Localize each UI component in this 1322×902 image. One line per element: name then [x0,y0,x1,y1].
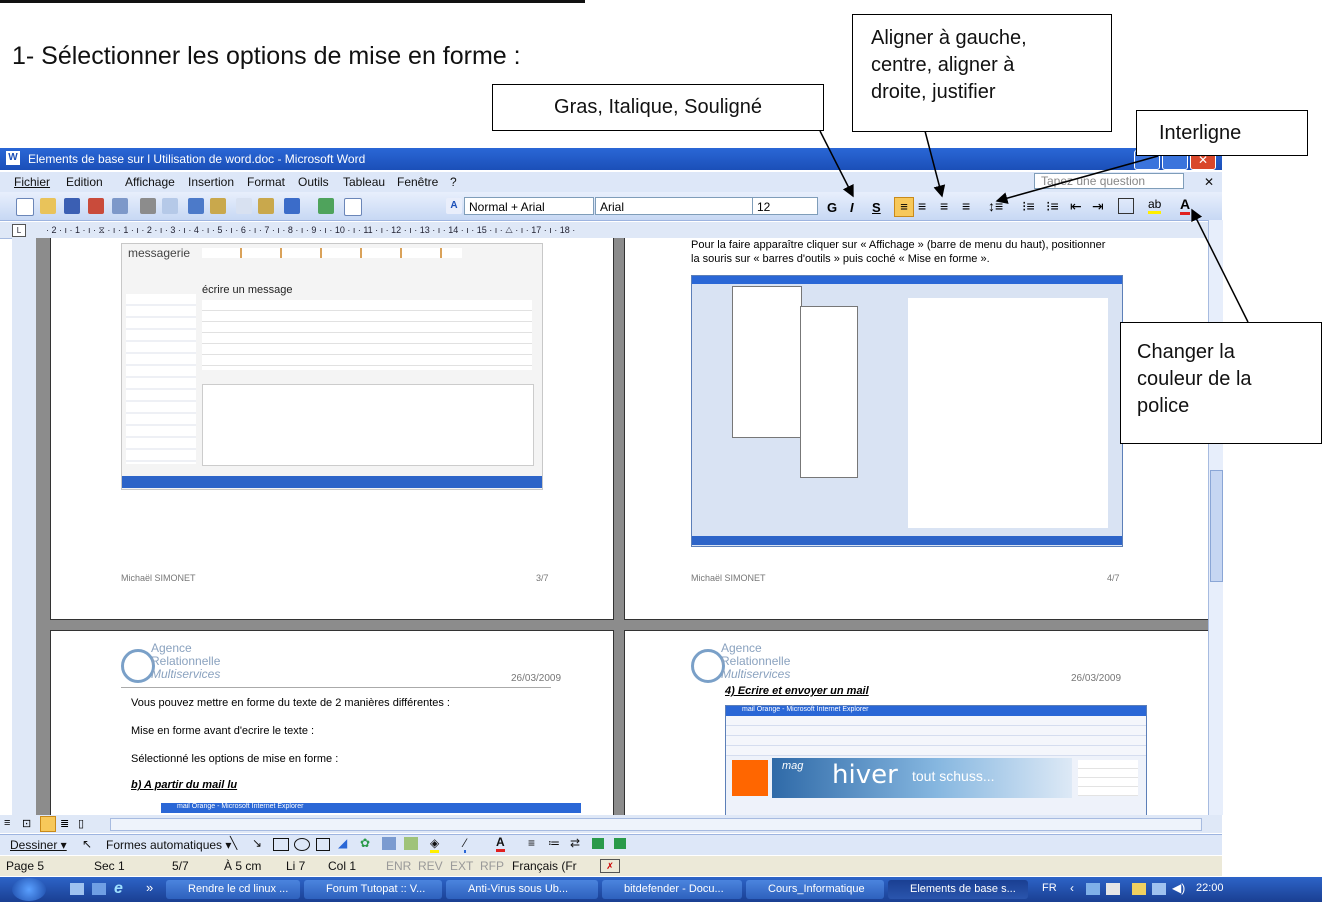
callout-couleur-line1: Changer la [1137,341,1235,363]
callout-couleur: Changer la couleur de la police [1120,322,1322,444]
callout-arrows [819,130,1249,323]
callout-gras: Gras, Italique, Souligné [492,84,824,131]
arrow-gras [819,130,854,198]
callout-aligner-line2: centre, aligner à [871,54,1015,76]
arrow-interligne [995,155,1159,204]
callout-interligne: Interligne [1136,110,1308,156]
callout-couleur-line2: couleur de la [1137,368,1252,390]
callout-gras-text: Gras, Italique, Souligné [554,96,762,118]
callout-aligner-line3: droite, justifier [871,81,996,103]
callout-interligne-text: Interligne [1159,122,1242,144]
callout-couleur-line3: police [1137,395,1190,417]
callout-aligner: Aligner à gauche, centre, aligner à droi… [852,14,1112,132]
arrow-aligner [924,130,946,198]
arrow-couleur [1191,208,1249,323]
callout-aligner-line1: Aligner à gauche, [871,27,1027,49]
